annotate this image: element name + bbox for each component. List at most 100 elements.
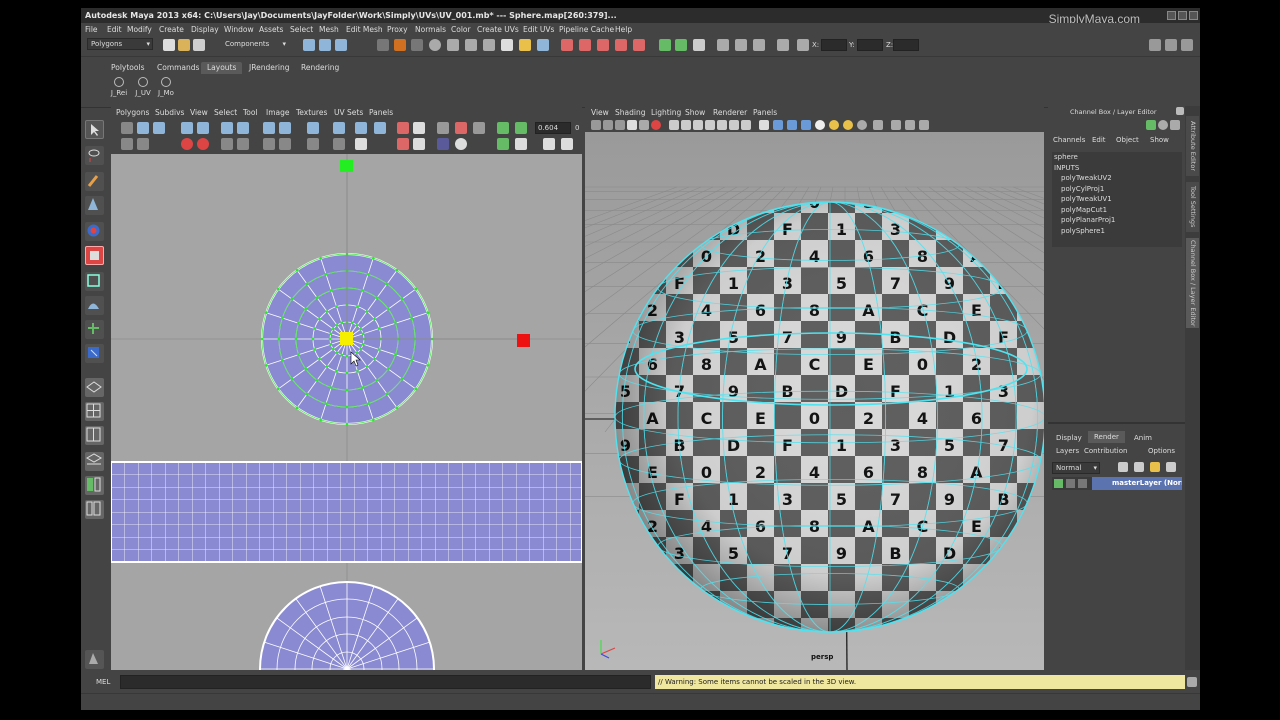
resolution-gate-icon[interactable] bbox=[693, 120, 703, 130]
layer-tab-display[interactable]: Display bbox=[1056, 434, 1082, 442]
uv-mask-icon[interactable] bbox=[429, 39, 441, 51]
layout-uvs-icon[interactable] bbox=[263, 138, 275, 150]
pixel-snap-icon[interactable] bbox=[497, 122, 509, 134]
shell-border-icon[interactable] bbox=[197, 138, 209, 150]
history-icon[interactable] bbox=[561, 39, 573, 51]
x-ray-icon[interactable] bbox=[801, 120, 811, 130]
input-ops-icon[interactable] bbox=[659, 39, 671, 51]
cb-menu-show[interactable]: Show bbox=[1150, 136, 1169, 144]
side-tab-tool-settings[interactable]: Tool Settings bbox=[1186, 182, 1199, 232]
layer-tab-render[interactable]: Render bbox=[1088, 431, 1125, 443]
uv-menu-polygons[interactable]: Polygons bbox=[116, 108, 149, 117]
vertex-mask-icon[interactable] bbox=[377, 39, 389, 51]
input-node[interactable]: polySphere1 bbox=[1052, 226, 1182, 237]
wireframe-on-shaded-icon[interactable] bbox=[787, 120, 797, 130]
universal-manipulator-icon[interactable] bbox=[85, 272, 104, 291]
shelf-tab-polytools[interactable]: Polytools bbox=[105, 62, 150, 74]
unfold-icon[interactable] bbox=[374, 122, 386, 134]
safe-action-icon[interactable] bbox=[729, 120, 739, 130]
render-view-layer-icon[interactable] bbox=[1166, 462, 1176, 472]
menu-proxy[interactable]: Proxy bbox=[387, 25, 408, 34]
blend-mode-dropdown[interactable]: Normal bbox=[1052, 462, 1100, 474]
smooth-uv-icon[interactable] bbox=[121, 138, 133, 150]
checkered-sphere[interactable]: 456789ABCDEF012389ABCDEF01234567CDEF0123… bbox=[593, 139, 1044, 633]
menu-modify[interactable]: Modify bbox=[127, 25, 152, 34]
render-settings-layer-icon[interactable] bbox=[1150, 462, 1160, 472]
menu-set-dropdown[interactable]: Polygons bbox=[87, 38, 153, 50]
soft-modification-icon[interactable] bbox=[85, 296, 104, 315]
uv-tweak-icon[interactable] bbox=[153, 122, 165, 134]
input-node[interactable]: polyPlanarProj1 bbox=[1052, 215, 1182, 226]
maximize-button[interactable] bbox=[1178, 11, 1187, 20]
rotate-ccw-icon[interactable] bbox=[221, 122, 233, 134]
menu-edit-uvs[interactable]: Edit UVs bbox=[523, 25, 554, 34]
menu-color[interactable]: Color bbox=[451, 25, 471, 34]
view-grid-icon[interactable] bbox=[473, 122, 485, 134]
copy-faces-icon[interactable] bbox=[515, 138, 527, 150]
grid-toggle-icon[interactable] bbox=[669, 120, 679, 130]
hotbox-icon[interactable] bbox=[85, 650, 104, 669]
image-range-field[interactable]: 0.604 bbox=[535, 122, 571, 134]
attribute-editor-toggle-icon[interactable] bbox=[1158, 120, 1168, 130]
transform-mode-icon[interactable] bbox=[693, 39, 705, 51]
layer-settings-icon[interactable] bbox=[1078, 479, 1087, 488]
menu-mesh[interactable]: Mesh bbox=[319, 25, 339, 34]
magnet-icon[interactable] bbox=[537, 39, 549, 51]
move-sew-icon[interactable] bbox=[307, 122, 319, 134]
render-settings-icon[interactable] bbox=[615, 39, 627, 51]
input-node[interactable]: polyCylProj1 bbox=[1052, 184, 1182, 195]
checker-icon[interactable] bbox=[397, 138, 409, 150]
recycle-toggle-icon[interactable] bbox=[1066, 479, 1075, 488]
unitize-icon[interactable] bbox=[237, 138, 249, 150]
close-button[interactable] bbox=[1189, 11, 1198, 20]
snap-curve-icon[interactable] bbox=[447, 39, 459, 51]
bake-icon[interactable] bbox=[543, 138, 555, 150]
uv-viewport[interactable] bbox=[111, 154, 582, 670]
uv-menu-select[interactable]: Select bbox=[214, 108, 237, 117]
select-tool-icon[interactable] bbox=[85, 120, 104, 139]
new-layer-icon[interactable] bbox=[1118, 462, 1128, 472]
open-scene-icon[interactable] bbox=[178, 39, 190, 51]
snap-point-icon[interactable] bbox=[465, 39, 477, 51]
persp-viewport[interactable]: 456789ABCDEF012389ABCDEF01234567CDEF0123… bbox=[585, 132, 1044, 670]
ipr-render-icon[interactable] bbox=[597, 39, 609, 51]
grid-uv-icon[interactable] bbox=[397, 122, 409, 134]
move-tool-icon[interactable] bbox=[85, 196, 104, 215]
rgb-channels-icon[interactable] bbox=[437, 138, 449, 150]
select-camera-icon[interactable] bbox=[591, 120, 601, 130]
flip-v-icon[interactable] bbox=[197, 122, 209, 134]
select-object-icon[interactable] bbox=[319, 39, 331, 51]
shelf-button-j-rei[interactable]: J_Rei bbox=[107, 76, 131, 102]
shelf-button-j-uv[interactable]: J_UV bbox=[131, 76, 155, 102]
uv-lattice-tool-icon[interactable] bbox=[121, 122, 133, 134]
2d-pan-zoom-icon[interactable] bbox=[639, 120, 649, 130]
select-hierarchy-icon[interactable] bbox=[303, 39, 315, 51]
show-tool-settings-icon[interactable] bbox=[1165, 39, 1177, 51]
render-current-icon[interactable] bbox=[579, 39, 591, 51]
numeric-input-icon[interactable] bbox=[797, 39, 809, 51]
snap-grid-icon[interactable] bbox=[483, 39, 495, 51]
uv-menu-uv-sets[interactable]: UV Sets bbox=[334, 108, 363, 117]
uv-move-tool-icon[interactable] bbox=[137, 122, 149, 134]
object-name[interactable]: sphere bbox=[1052, 152, 1182, 163]
uv-menu-subdivs[interactable]: Subdivs bbox=[155, 108, 184, 117]
shaded-uv-icon[interactable] bbox=[515, 122, 527, 134]
isolate-select-icon[interactable] bbox=[413, 138, 425, 150]
menu-assets[interactable]: Assets bbox=[259, 25, 283, 34]
image-display-icon[interactable] bbox=[437, 122, 449, 134]
film-gate-icon[interactable] bbox=[681, 120, 691, 130]
save-scene-icon[interactable] bbox=[193, 39, 205, 51]
new-scene-icon[interactable] bbox=[163, 39, 175, 51]
update-psd-icon[interactable] bbox=[561, 138, 573, 150]
layer-menu-contribution[interactable]: Contribution bbox=[1084, 447, 1127, 455]
menu-file[interactable]: File bbox=[85, 25, 98, 34]
persp-menu-shading[interactable]: Shading bbox=[615, 108, 645, 117]
layout-hypershade-icon[interactable] bbox=[85, 476, 104, 495]
cb-menu-channels[interactable]: Channels bbox=[1053, 136, 1085, 144]
grease-pencil-icon[interactable] bbox=[651, 120, 661, 130]
new-layer-from-selection-icon[interactable] bbox=[1134, 462, 1144, 472]
output-ops-icon[interactable] bbox=[675, 39, 687, 51]
show-attribute-editor-icon[interactable] bbox=[1149, 39, 1161, 51]
texture-borders-icon[interactable] bbox=[413, 122, 425, 134]
sew-uv-icon[interactable] bbox=[279, 122, 291, 134]
